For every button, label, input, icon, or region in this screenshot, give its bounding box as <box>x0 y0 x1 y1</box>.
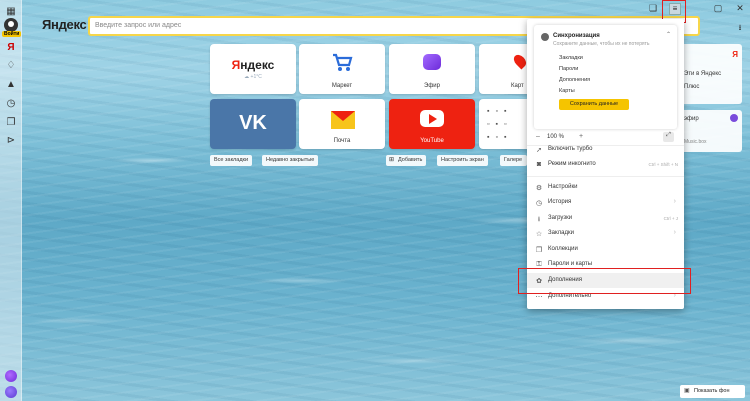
map-pin-icon <box>511 52 529 70</box>
right-widget-top[interactable]: Я Эти в Яндекс Плюс <box>680 44 742 104</box>
youtube-icon <box>420 110 444 127</box>
tile-label: Маркет <box>331 83 353 89</box>
yandex-logo: Яндекс <box>231 58 275 72</box>
tile-mail[interactable]: Почта <box>299 99 385 149</box>
zoom-level: 100 % <box>547 134 565 140</box>
collapse-icon[interactable]: ⌃ <box>666 31 671 38</box>
grid-icon[interactable]: ▦ <box>4 4 18 18</box>
location-icon[interactable]: ▲ <box>4 77 18 91</box>
widget-text: эфир <box>684 116 699 122</box>
menu-item-history[interactable]: ◷ История › <box>527 195 684 210</box>
right-widget-bottom[interactable]: эфир Music.box <box>680 110 742 152</box>
menu-item-label: Закладки <box>548 230 574 236</box>
apps-grid-icon: ▪▫▪ ▫▪▫ ▪▫▪ <box>487 108 513 141</box>
zoom-in-button[interactable]: + <box>579 133 583 140</box>
weather-text: ☁ +1°С <box>244 74 262 80</box>
menu-item-label: Режим инкогнито <box>548 161 596 167</box>
download-icon[interactable]: ⭳ <box>734 22 746 36</box>
menu-item-label: Коллекции <box>548 246 578 252</box>
sync-item: Дополнения <box>559 77 591 83</box>
fullscreen-icon[interactable]: ⤢ <box>663 132 674 142</box>
sync-item: Закладки <box>559 55 583 61</box>
menu-item-turbo[interactable]: ➚ Включить турбо <box>527 142 684 157</box>
shortcut-text: Ctrl + Shift + N <box>648 162 678 167</box>
sync-title: Синхронизация <box>553 33 600 39</box>
efir-icon <box>423 54 441 70</box>
tile-vk[interactable]: VK <box>210 99 296 149</box>
chevron-right-icon: › <box>673 229 676 236</box>
save-data-button[interactable]: Сохранить данные <box>559 99 629 110</box>
menu-item-collections[interactable]: ❐ Коллекции <box>527 242 684 257</box>
maximize-icon[interactable]: ▢ <box>712 3 724 14</box>
chevron-right-icon: › <box>673 198 676 205</box>
bookmark-icon[interactable]: ❏ <box>647 3 659 14</box>
bookmarks-icon[interactable]: ❐ <box>4 115 18 129</box>
sync-card: Синхронизация Сохраните данные, чтобы их… <box>534 25 677 129</box>
sidebar: ▦ Войти Я ♢ ▲ ◷ ❐ ⊳ <box>0 0 22 401</box>
tile-label: Эфир <box>424 83 440 89</box>
tile-efir[interactable]: Эфир <box>389 44 475 94</box>
gear-icon: ⚙ <box>535 185 543 192</box>
bookmark-icon: ☆ <box>535 231 543 238</box>
menu-item-label: Загрузки <box>548 215 573 221</box>
tile-label: YouTube <box>420 138 444 144</box>
divider <box>527 176 684 177</box>
show-background-button[interactable]: Показать фон <box>680 385 745 398</box>
sync-item: Карты <box>559 88 575 94</box>
widget-icon <box>730 114 738 122</box>
vk-logo: VK <box>239 112 267 134</box>
download-icon: ⭳ <box>537 216 541 223</box>
recently-closed-button[interactable]: Недавно закрытые <box>262 155 319 166</box>
tile-market[interactable]: Маркет <box>299 44 385 94</box>
login-badge[interactable]: Войти <box>2 31 22 37</box>
bell-icon[interactable]: ♢ <box>4 58 18 72</box>
cart-icon <box>333 53 353 71</box>
browser-logo: Яндекс <box>42 17 87 32</box>
alice-icon[interactable] <box>5 370 17 382</box>
zoom-out-button[interactable]: – <box>536 133 540 140</box>
menu-item-downloads[interactable]: ⭳ Загрузки Ctrl + J <box>527 211 684 226</box>
assistant-icon[interactable] <box>5 386 17 398</box>
history-icon[interactable]: ◷ <box>4 96 18 110</box>
yandex-y-icon[interactable]: Я <box>4 40 18 54</box>
add-label: Добавить <box>398 157 423 163</box>
highlight-extensions <box>518 268 691 294</box>
widget-text: Плюс <box>684 84 700 90</box>
tile-label: Почта <box>333 138 351 144</box>
shortcut-text: Ctrl + J <box>663 216 678 221</box>
tile-youtube[interactable]: YouTube <box>389 99 475 149</box>
widget-text: Эти в Яндекс <box>684 71 722 77</box>
widget-logo: Я <box>732 50 738 59</box>
add-button[interactable]: ⊞ Добавить <box>386 155 427 166</box>
menu-item-incognito[interactable]: ◙ Режим инкогнито Ctrl + Shift + N <box>527 157 684 172</box>
sync-avatar-icon <box>541 33 549 41</box>
collections-icon: ❐ <box>535 247 543 254</box>
incognito-icon: ◙ <box>536 161 542 168</box>
sync-item: Пароли <box>559 66 579 72</box>
menu-item-label: Пароли и карты <box>548 261 593 267</box>
avatar[interactable] <box>4 18 18 32</box>
history-icon: ◷ <box>535 200 543 207</box>
widget-text: Music.box <box>684 139 707 145</box>
more-icon: ⋯ <box>535 294 543 301</box>
menu-item-settings[interactable]: ⚙ Настройки <box>527 180 684 195</box>
menu-item-bookmarks[interactable]: ☆ Закладки › <box>527 226 684 241</box>
customize-button[interactable]: Настроить экран <box>437 155 488 166</box>
mail-icon <box>331 111 355 129</box>
tile-yandex[interactable]: Яндекс ☁ +1°С <box>210 44 296 94</box>
rocket-icon: ➚ <box>536 147 542 154</box>
sync-description: Сохраните данные, чтобы их не потерять <box>553 41 650 47</box>
next-icon[interactable]: ⊳ <box>4 133 18 147</box>
menu-item-label: История <box>548 199 572 205</box>
menu-item-label: Включить турбо <box>548 146 593 152</box>
main-menu: Синхронизация Сохраните данные, чтобы их… <box>527 19 684 309</box>
add-icon: ⊞ <box>389 157 395 163</box>
all-bookmarks-button[interactable]: Все закладки <box>210 155 253 166</box>
gallery-button[interactable]: Галере <box>500 155 527 166</box>
menu-item-label: Настройки <box>548 184 578 190</box>
close-icon[interactable]: ✕ <box>734 3 746 14</box>
